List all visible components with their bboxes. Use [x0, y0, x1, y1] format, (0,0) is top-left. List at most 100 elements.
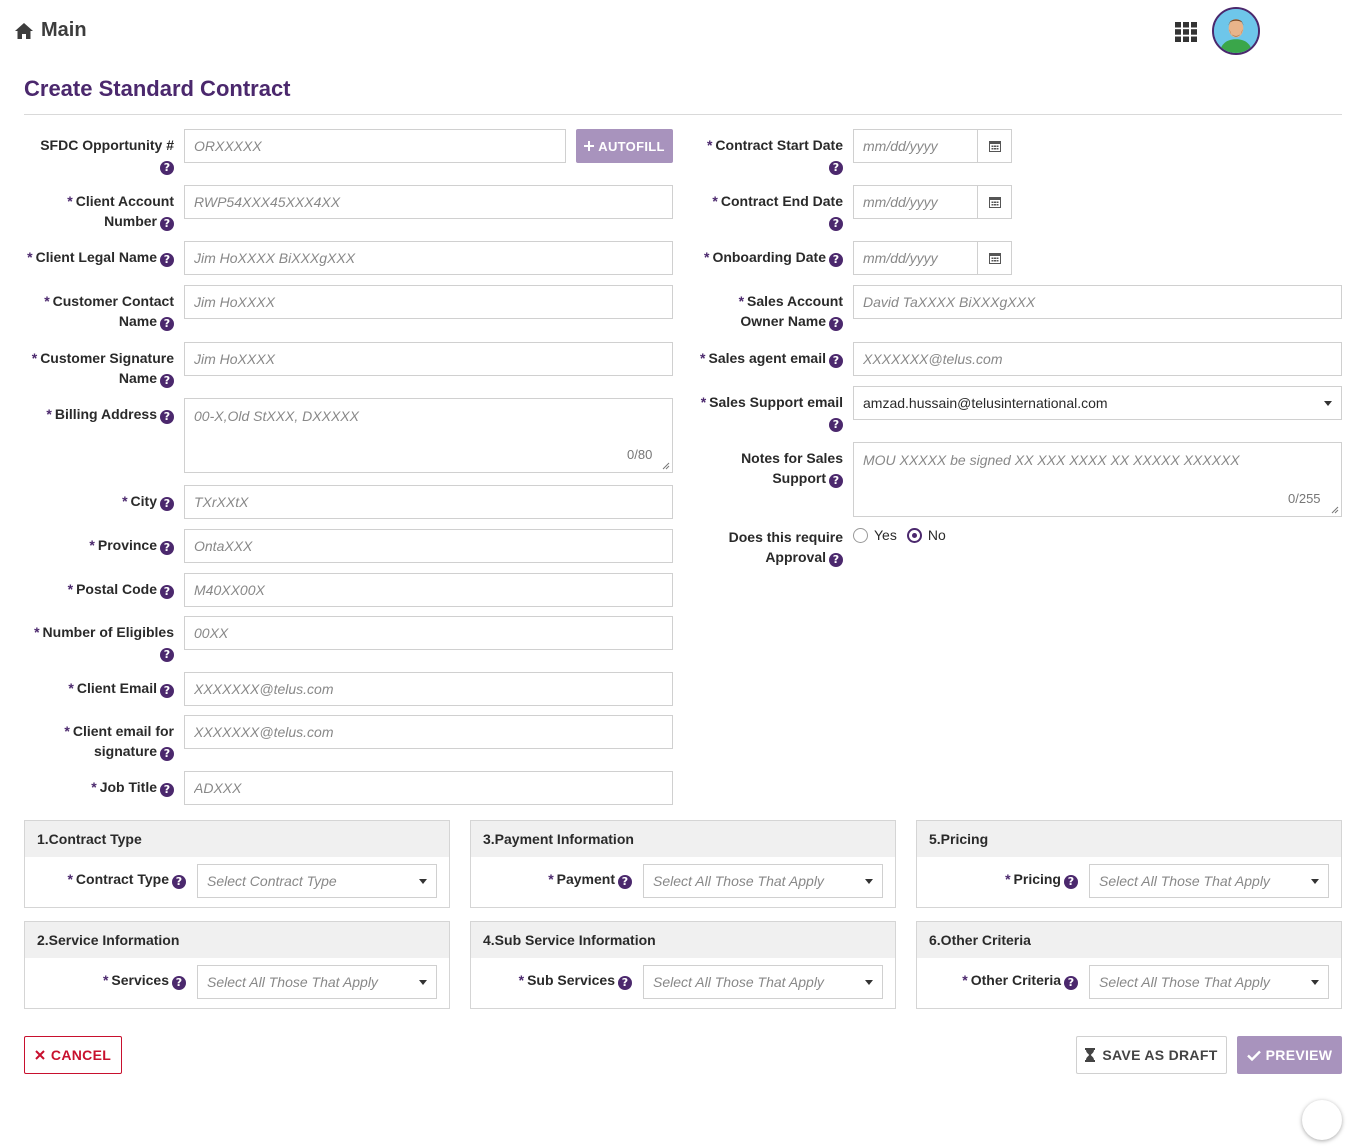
client-legal-name-input[interactable]: [184, 241, 673, 275]
radio-checked[interactable]: [906, 527, 922, 543]
billing-char-counter: 0/80: [627, 447, 653, 462]
sub-services-select[interactable]: Select All Those That Apply: [643, 965, 883, 999]
help-icon[interactable]: ?: [829, 418, 843, 432]
resize-grip-icon[interactable]: [1331, 506, 1339, 514]
help-icon[interactable]: ?: [618, 875, 632, 889]
approval-radio-group: Yes No: [853, 527, 946, 543]
postal-code-input[interactable]: [184, 573, 673, 607]
radio-unchecked[interactable]: [853, 527, 868, 543]
client-email-signature-input[interactable]: [184, 715, 673, 749]
customer-contact-label: * Customer Contact Name?: [44, 293, 174, 331]
billing-address-label: * Billing Address?: [24, 404, 174, 424]
cancel-button[interactable]: CANCEL: [24, 1036, 122, 1074]
other-criteria-select[interactable]: Select All Those That Apply: [1089, 965, 1329, 999]
apps-grid-icon: [1175, 22, 1197, 42]
help-icon[interactable]: ?: [829, 354, 843, 368]
autofill-button[interactable]: AUTOFILL: [576, 129, 673, 163]
payment-label: * Payment?: [548, 871, 632, 889]
client-email-input[interactable]: [184, 672, 673, 706]
approval-no-radio[interactable]: No: [906, 527, 946, 543]
save-draft-button[interactable]: SAVE AS DRAFT: [1076, 1036, 1227, 1074]
title-divider: [24, 114, 1342, 115]
contract-type-panel: 1.Contract Type * Contract Type? Select C…: [24, 820, 450, 908]
help-icon[interactable]: ?: [829, 161, 843, 175]
help-icon[interactable]: ?: [160, 783, 174, 797]
sales-agent-email-input[interactable]: [853, 342, 1342, 376]
customer-contact-name-input[interactable]: [184, 285, 673, 319]
customer-signature-name-input[interactable]: [184, 342, 673, 376]
sub-service-panel: 4.Sub Service Information * Sub Services?…: [470, 921, 896, 1009]
sales-support-email-value: amzad.hussain@telusinternational.com: [863, 395, 1108, 411]
home-link[interactable]: Main: [14, 19, 87, 42]
onboarding-calendar-button[interactable]: [977, 241, 1012, 275]
help-icon[interactable]: ?: [160, 217, 174, 231]
job-title-label: * Job Title?: [24, 777, 174, 797]
help-icon[interactable]: ?: [829, 553, 843, 567]
help-icon[interactable]: ?: [160, 161, 174, 175]
contract-start-label: * Contract Start Date?: [706, 137, 843, 175]
help-icon[interactable]: ?: [160, 541, 174, 555]
onboarding-date-input[interactable]: [853, 241, 978, 275]
chevron-down-icon: [419, 979, 427, 985]
help-icon[interactable]: ?: [160, 317, 174, 331]
user-avatar-icon: [1214, 9, 1258, 53]
contract-end-calendar-button[interactable]: [977, 185, 1012, 219]
preview-button[interactable]: PREVIEW: [1237, 1036, 1342, 1074]
panel-title: 2.Service Information: [25, 922, 449, 958]
pricing-panel: 5.Pricing * Pricing? Select All Those Tha…: [916, 820, 1342, 908]
eligibles-label: * Number of Eligibles?: [34, 624, 174, 662]
services-select[interactable]: Select All Those That Apply: [197, 965, 437, 999]
city-input[interactable]: [184, 485, 673, 519]
help-icon[interactable]: ?: [160, 497, 174, 511]
contract-start-calendar-button[interactable]: [977, 129, 1012, 163]
calendar-icon: [988, 197, 1001, 208]
help-icon[interactable]: ?: [618, 976, 632, 990]
resize-grip-icon[interactable]: [662, 462, 670, 470]
payment-info-panel: 3.Payment Information * Payment? Select A…: [470, 820, 896, 908]
number-of-eligibles-input[interactable]: [184, 616, 673, 650]
approval-yes-radio[interactable]: Yes: [853, 527, 897, 543]
sales-support-email-select[interactable]: amzad.hussain@telusinternational.com: [853, 386, 1342, 420]
province-input[interactable]: [184, 529, 673, 563]
sfdc-opportunity-input[interactable]: [184, 129, 566, 163]
apps-grid-button[interactable]: [1175, 22, 1197, 42]
help-icon[interactable]: ?: [829, 217, 843, 231]
payment-select[interactable]: Select All Those That Apply: [643, 864, 883, 898]
contract-type-select[interactable]: Select Contract Type: [197, 864, 437, 898]
contract-start-date-input[interactable]: [853, 129, 978, 163]
help-icon[interactable]: ?: [160, 585, 174, 599]
city-label: * City?: [24, 491, 174, 511]
contract-type-label: * Contract Type?: [67, 871, 186, 889]
floating-action-button[interactable]: [1302, 1100, 1342, 1140]
sales-agent-email-label: * Sales agent email?: [670, 348, 843, 368]
onboarding-date-picker: [853, 241, 1012, 275]
contract-end-date-input[interactable]: [853, 185, 978, 219]
help-icon[interactable]: ?: [160, 684, 174, 698]
plus-icon: [584, 141, 595, 151]
help-icon[interactable]: ?: [1064, 976, 1078, 990]
help-icon[interactable]: ?: [160, 374, 174, 388]
help-icon[interactable]: ?: [829, 253, 843, 267]
other-criteria-label: * Other Criteria?: [962, 972, 1078, 990]
help-icon[interactable]: ?: [160, 410, 174, 424]
chevron-down-icon: [865, 979, 873, 985]
check-icon: [1246, 1050, 1261, 1061]
sub-services-label: * Sub Services?: [519, 972, 632, 990]
help-icon[interactable]: ?: [172, 976, 186, 990]
help-icon[interactable]: ?: [160, 747, 174, 761]
pricing-select[interactable]: Select All Those That Apply: [1089, 864, 1329, 898]
help-icon[interactable]: ?: [160, 648, 174, 662]
help-icon[interactable]: ?: [829, 474, 843, 488]
client-account-number-input[interactable]: [184, 185, 673, 219]
sales-owner-name-input[interactable]: [853, 285, 1342, 319]
job-title-input[interactable]: [184, 771, 673, 805]
panel-title: 1.Contract Type: [25, 821, 449, 857]
notes-textarea[interactable]: [853, 442, 1342, 517]
help-icon[interactable]: ?: [160, 253, 174, 267]
help-icon[interactable]: ?: [1064, 875, 1078, 889]
help-icon[interactable]: ?: [829, 317, 843, 331]
panel-title: 3.Payment Information: [471, 821, 895, 857]
help-icon[interactable]: ?: [172, 875, 186, 889]
billing-address-textarea[interactable]: [184, 398, 673, 473]
user-avatar[interactable]: [1212, 7, 1260, 55]
